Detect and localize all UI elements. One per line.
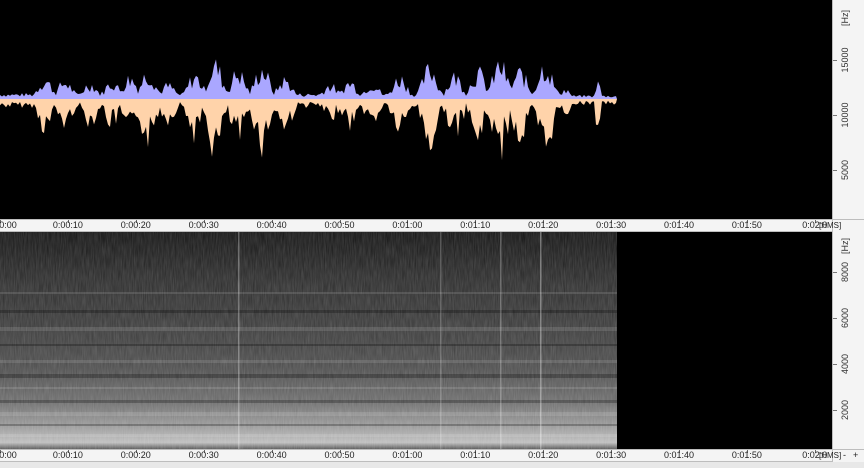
spectrogram-frequency-axis: [Hz] 8000 6000 4000 2000 bbox=[832, 232, 864, 449]
time-tick-label: 0:00:10 bbox=[52, 450, 83, 460]
time-tick-label: 0:00:10 bbox=[52, 220, 83, 230]
time-tick-label: 0:01:30 bbox=[596, 450, 627, 460]
frequency-tick-label: 10000 bbox=[840, 102, 850, 128]
spectrogram-band bbox=[0, 310, 617, 313]
spectrogram-vertical-artifact bbox=[238, 232, 240, 449]
spectrogram-vertical-artifact bbox=[440, 232, 442, 449]
spectrogram-view[interactable] bbox=[0, 232, 832, 449]
time-unit-label: [HMS] bbox=[819, 451, 842, 460]
time-tick-label: 0:01:10 bbox=[460, 450, 491, 460]
spectrogram-band bbox=[0, 400, 617, 403]
time-tick-label: 0:00:30 bbox=[188, 450, 219, 460]
time-tick-label: 0:01:50 bbox=[731, 450, 762, 460]
time-tick-label: 0:01:40 bbox=[663, 450, 695, 460]
time-tick-label: 0:00:20 bbox=[120, 450, 151, 460]
ruler-corner-top: [HMS] bbox=[819, 219, 864, 232]
frequency-tick-mark bbox=[833, 170, 837, 171]
frequency-unit-label: [Hz] bbox=[840, 9, 850, 27]
frequency-tick-mark bbox=[833, 410, 837, 411]
spectrogram-band bbox=[0, 344, 617, 346]
frequency-tick-label: 2000 bbox=[840, 399, 850, 421]
time-tick-label: 0:00 bbox=[0, 450, 17, 460]
frequency-tick-label: 4000 bbox=[840, 353, 850, 375]
frequency-tick-mark bbox=[833, 364, 837, 365]
spectrogram-band bbox=[0, 412, 617, 416]
time-tick-label: 0:00:20 bbox=[120, 220, 151, 230]
spectrogram-band bbox=[0, 387, 617, 389]
ruler-corner-bottom: [HMS] - + bbox=[819, 449, 864, 462]
frequency-unit-label: [Hz] bbox=[840, 237, 850, 255]
frequency-tick-label: 5000 bbox=[840, 159, 850, 181]
spectrogram-band bbox=[0, 434, 617, 437]
time-tick-label: 0:01:00 bbox=[392, 450, 423, 460]
time-tick-label: 0:01:30 bbox=[596, 220, 627, 230]
time-ruler-top[interactable]: 0:00 0:00:10 0:00:20 0:00:30 0:00:40 0:00:50 0… bbox=[0, 219, 832, 232]
spectrogram-band bbox=[0, 327, 617, 331]
spectrogram-vertical-artifact bbox=[500, 232, 502, 449]
time-tick-label: 0:00:40 bbox=[256, 450, 287, 460]
frequency-tick-mark bbox=[833, 318, 837, 319]
spectrogram-band bbox=[0, 292, 617, 294]
time-tick-label: 0:00:50 bbox=[324, 450, 355, 460]
time-tick-label: 0:01:40 bbox=[663, 220, 695, 230]
status-strip bbox=[0, 462, 864, 468]
spectrogram-band bbox=[0, 360, 617, 363]
waveform-upper-channel bbox=[0, 59, 617, 99]
time-tick-label: 0:00:50 bbox=[324, 220, 355, 230]
time-tick-label: 0:01:00 bbox=[392, 220, 423, 230]
time-tick-label: 0:01:50 bbox=[731, 220, 762, 230]
time-tick-label: 0:00:30 bbox=[188, 220, 219, 230]
waveform-graph bbox=[0, 59, 617, 161]
spectrogram-vertical-artifact bbox=[540, 232, 542, 449]
spectrogram-noise-texture bbox=[0, 232, 617, 449]
zoom-in-button[interactable]: + bbox=[853, 450, 858, 461]
spectrogram-graph bbox=[0, 232, 832, 449]
spectrogram-band bbox=[0, 374, 617, 378]
waveform-frequency-axis: [Hz] 15000 10000 5000 bbox=[832, 0, 864, 219]
waveform-lower-channel bbox=[0, 99, 617, 161]
frequency-tick-mark bbox=[833, 272, 837, 273]
waveform-view[interactable] bbox=[0, 0, 832, 219]
time-unit-label: [HMS] bbox=[819, 221, 842, 230]
time-ruler-bottom[interactable]: 0:00 0:00:10 0:00:20 0:00:30 0:00:40 0:00:50 0… bbox=[0, 449, 832, 462]
time-tick-label: 0:00 bbox=[0, 220, 17, 230]
frequency-tick-mark bbox=[833, 115, 837, 116]
frequency-tick-label: 6000 bbox=[840, 307, 850, 329]
frequency-tick-label: 15000 bbox=[840, 47, 850, 73]
spectrogram-band bbox=[0, 424, 617, 426]
time-tick-label: 0:01:10 bbox=[460, 220, 491, 230]
time-tick-label: 0:01:20 bbox=[528, 450, 559, 460]
frequency-tick-label: 8000 bbox=[840, 261, 850, 283]
frequency-tick-mark bbox=[833, 60, 837, 61]
time-tick-label: 0:00:40 bbox=[256, 220, 287, 230]
time-tick-label: 0:01:20 bbox=[528, 220, 559, 230]
zoom-out-button[interactable]: - bbox=[843, 450, 846, 461]
